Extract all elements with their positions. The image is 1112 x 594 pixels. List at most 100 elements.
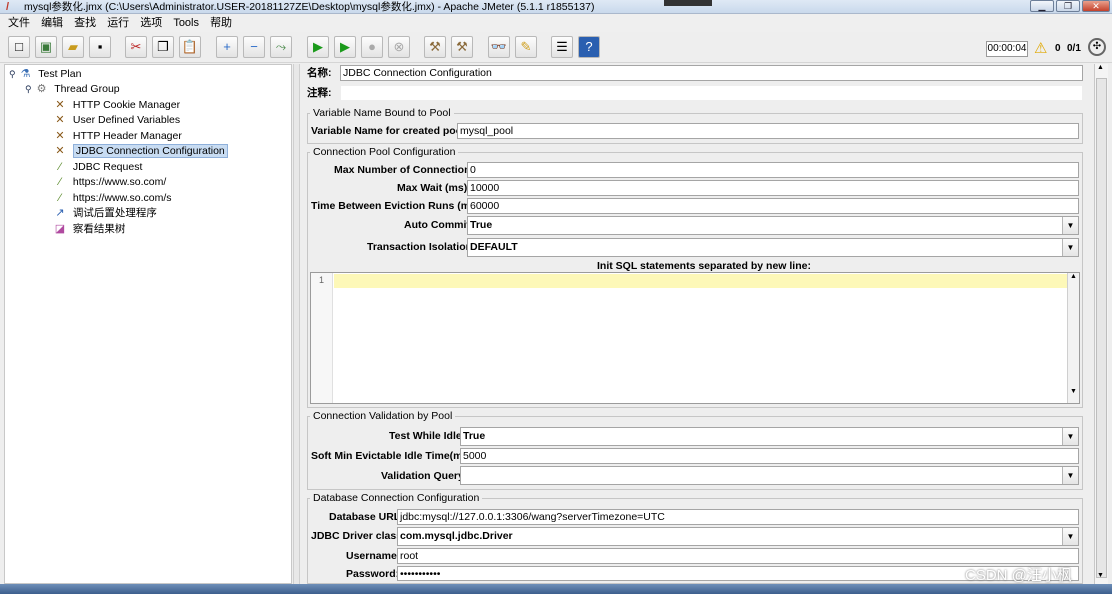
stop-icon[interactable]: ● — [361, 36, 383, 58]
help-icon[interactable]: ? — [578, 36, 600, 58]
username-label: Username: — [346, 550, 401, 562]
toolbar: □ ▣ ▰ ▪ ✂ ❐ 📋 + − ⤳ ▶ ▶ ● ⊗ ⚒ ⚒ 👓 ✎ ☰ ? … — [0, 33, 1112, 63]
max-wait-input[interactable]: 10000 — [467, 180, 1079, 196]
cut-icon[interactable]: ✂ — [125, 36, 147, 58]
test-while-idle-select[interactable]: True ▼ — [460, 427, 1079, 446]
post-processor-icon: ↗ — [55, 207, 65, 219]
scroll-down-icon[interactable]: ▼ — [1097, 572, 1104, 579]
editor-scrollbar[interactable]: ▲ ▼ — [1067, 273, 1079, 403]
close-button[interactable]: ✕ — [1082, 0, 1110, 12]
tree-item-view-results-tree[interactable]: ◪ 察看结果树 — [53, 222, 126, 237]
driver-class-value: com.mysql.jdbc.Driver — [400, 530, 513, 542]
collapse-icon[interactable]: − — [243, 36, 265, 58]
thread-group-icon: ⚙ — [36, 83, 47, 95]
chevron-down-icon[interactable]: ▼ — [1062, 217, 1078, 234]
comment-input[interactable] — [340, 85, 1083, 101]
chevron-down-icon[interactable]: ▼ — [1062, 239, 1078, 256]
menu-file[interactable]: 文件 — [8, 14, 30, 32]
new-icon[interactable]: □ — [8, 36, 30, 58]
tree-item-thread-group[interactable]: ⚲ ⚙ Thread Group — [25, 82, 120, 97]
save-icon[interactable]: ▪ — [89, 36, 111, 58]
chevron-down-icon[interactable]: ▼ — [1062, 428, 1078, 445]
driver-class-select[interactable]: com.mysql.jdbc.Driver ▼ — [397, 527, 1079, 546]
scroll-up-icon[interactable]: ▲ — [1097, 64, 1104, 71]
validation-query-select[interactable]: ▼ — [460, 466, 1079, 485]
search-icon[interactable]: 👓 — [488, 36, 510, 58]
tree-item-so-com-s[interactable]: ⁄ https://www.so.com/s — [53, 191, 171, 206]
tree-toggle-icon[interactable]: ⚲ — [9, 69, 16, 79]
splitter[interactable] — [293, 64, 300, 584]
reset-search-icon[interactable]: ✎ — [515, 36, 537, 58]
copy-icon[interactable]: ❐ — [152, 36, 174, 58]
pool-config-section-title: Connection Pool Configuration — [310, 146, 459, 158]
warning-icon[interactable]: ⚠ — [1034, 39, 1047, 57]
tree-item-http-cookie-manager[interactable]: ✕ HTTP Cookie Manager — [53, 98, 180, 113]
current-line-highlight — [334, 274, 1067, 288]
tree-item-http-header-manager[interactable]: ✕ HTTP Header Manager — [53, 129, 181, 144]
max-connections-input[interactable]: 0 — [467, 162, 1079, 178]
variable-name-section-title: Variable Name Bound to Pool — [310, 107, 454, 119]
eviction-runs-input[interactable]: 60000 — [467, 198, 1079, 214]
clear-all-icon[interactable]: ⚒ — [451, 36, 473, 58]
menu-options[interactable]: 选项 — [140, 14, 162, 32]
chevron-down-icon[interactable]: ▼ — [1062, 467, 1078, 484]
scroll-thumb[interactable] — [1096, 78, 1107, 578]
toggle-icon[interactable]: ⤳ — [270, 36, 292, 58]
tree-item-jdbc-request[interactable]: ⁄ JDBC Request — [53, 160, 142, 175]
expand-icon[interactable]: + — [216, 36, 238, 58]
function-helper-icon[interactable]: ☰ — [551, 36, 573, 58]
pool-variable-label: Variable Name for created pool: — [311, 125, 469, 137]
sampler-icon: ⁄ — [59, 176, 61, 188]
jmeter-logo-icon: / — [6, 1, 10, 13]
clear-icon[interactable]: ⚒ — [424, 36, 446, 58]
menu-run[interactable]: 运行 — [107, 14, 129, 32]
menu-tools[interactable]: Tools — [173, 14, 199, 32]
name-input[interactable]: JDBC Connection Configuration — [340, 65, 1083, 81]
username-input[interactable]: root — [397, 548, 1079, 564]
menu-help[interactable]: 帮助 — [210, 14, 232, 32]
panel-scrollbar[interactable]: ▲ ▼ — [1094, 64, 1108, 584]
test-while-idle-label: Test While Idle: — [389, 430, 466, 442]
sampler-icon: ⁄ — [59, 161, 61, 173]
tree-item-so-com[interactable]: ⁄ https://www.so.com/ — [53, 175, 166, 190]
line-number: 1 — [311, 273, 333, 403]
pool-variable-input[interactable]: mysql_pool — [457, 123, 1079, 139]
maximize-button[interactable]: ❐ — [1056, 0, 1080, 12]
shutdown-icon[interactable]: ⊗ — [388, 36, 410, 58]
config-icon: ✕ — [55, 145, 65, 157]
menu-bar: 文件 编辑 查找 运行 选项 Tools 帮助 — [0, 14, 1112, 32]
validation-query-label: Validation Query: — [381, 470, 468, 482]
window-title-bar: / mysql参数化.jmx (C:\Users\Administrator.U… — [0, 0, 1112, 14]
eviction-runs-label: Time Between Eviction Runs (ms): — [311, 200, 483, 212]
watermark: CSDN @汪小枫 — [965, 567, 1072, 584]
transaction-isolation-select[interactable]: DEFAULT ▼ — [467, 238, 1079, 257]
transaction-isolation-value: DEFAULT — [470, 241, 518, 253]
start-icon[interactable]: ▶ — [307, 36, 329, 58]
config-icon: ✕ — [55, 114, 65, 126]
thread-count: 0/1 — [1067, 43, 1081, 54]
start-no-pauses-icon[interactable]: ▶ — [334, 36, 356, 58]
config-icon: ✕ — [55, 99, 65, 111]
remote-icon[interactable]: ✣ — [1088, 38, 1106, 56]
menu-edit[interactable]: 编辑 — [41, 14, 63, 32]
transaction-isolation-label: Transaction Isolation: — [367, 241, 476, 253]
taskbar-thumb — [664, 0, 712, 6]
open-icon[interactable]: ▰ — [62, 36, 84, 58]
name-label: 名称: — [307, 67, 332, 79]
paste-icon[interactable]: 📋 — [179, 36, 201, 58]
tree-toggle-icon[interactable]: ⚲ — [25, 84, 32, 94]
menu-search[interactable]: 查找 — [74, 14, 96, 32]
chevron-down-icon[interactable]: ▼ — [1062, 528, 1078, 545]
init-sql-editor[interactable]: 1 ▲ ▼ — [310, 272, 1080, 404]
tree-item-debug-post-processor[interactable]: ↗ 调试后置处理程序 — [53, 206, 157, 221]
auto-commit-value: True — [470, 219, 493, 231]
config-icon: ✕ — [55, 130, 65, 142]
tree-item-user-defined-variables[interactable]: ✕ User Defined Variables — [53, 113, 180, 128]
templates-icon[interactable]: ▣ — [35, 36, 57, 58]
tree-item-test-plan[interactable]: ⚲ ⚗ Test Plan — [9, 67, 81, 82]
tree-item-jdbc-connection-configuration[interactable]: ✕ JDBC Connection Configuration — [53, 144, 228, 159]
minimize-button[interactable]: ▁ — [1030, 0, 1054, 12]
soft-min-input[interactable]: 5000 — [460, 448, 1079, 464]
auto-commit-select[interactable]: True ▼ — [467, 216, 1079, 235]
database-url-input[interactable]: jdbc:mysql://127.0.0.1:3306/wang?serverT… — [397, 509, 1079, 525]
